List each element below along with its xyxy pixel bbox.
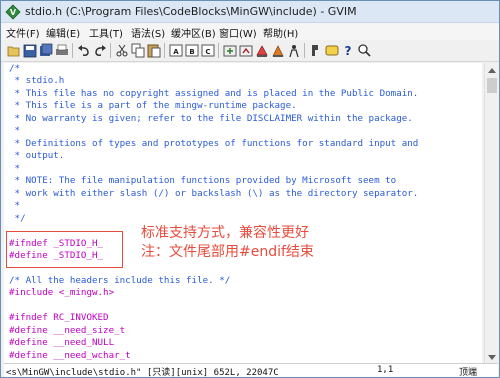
- menu-edit[interactable]: 编辑(E): [46, 25, 80, 40]
- paste-icon[interactable]: [147, 43, 161, 58]
- code-line: * stdio.h: [9, 75, 65, 87]
- gvim-window: V stdio.h (C:\Program Files\CodeBlocks\M…: [0, 0, 500, 378]
- code-line: *: [9, 200, 21, 212]
- menu-buffers[interactable]: 缓冲区(B): [171, 25, 216, 40]
- shell-icon[interactable]: [287, 43, 301, 58]
- scroll-down-icon[interactable]: [485, 349, 499, 363]
- code-line: * This file is a part of the mingw-runti…: [9, 100, 297, 112]
- find-prev-icon[interactable]: C: [201, 43, 215, 58]
- scrollbar-thumb[interactable]: [487, 78, 497, 93]
- code-line: *: [9, 162, 21, 174]
- code-line: * This file has no copyright assigned an…: [9, 87, 419, 99]
- code-line: #define __need_size_t: [9, 324, 126, 336]
- menu-window[interactable]: 窗口(W): [219, 25, 257, 40]
- code-line: #define __need_wchar_t: [9, 349, 131, 361]
- code-line: * No warranty is given; refer to the fil…: [9, 112, 413, 124]
- svg-text:?: ?: [345, 44, 352, 58]
- status-line: <s\MinGW\include\stdio.h" [只读][unix] 652…: [4, 363, 498, 378]
- save-session-icon[interactable]: [239, 43, 253, 58]
- cut-icon[interactable]: [115, 43, 129, 58]
- redo-icon[interactable]: [93, 43, 107, 58]
- toolbar-separator: [304, 43, 305, 58]
- copy-icon[interactable]: [131, 43, 145, 58]
- code-line: #define __need_NULL: [9, 337, 115, 349]
- menu-syntax[interactable]: 语法(S): [131, 25, 165, 40]
- menu-help[interactable]: 帮助(H): [263, 25, 298, 40]
- code-line: /* All the headers include this file. */: [9, 274, 231, 286]
- open-icon[interactable]: [7, 43, 21, 58]
- code-line: * NOTE: The file manipulation functions …: [9, 175, 397, 187]
- gvim-app-icon: V: [5, 4, 21, 20]
- help-icon[interactable]: ?: [341, 43, 355, 58]
- code-line: * output.: [9, 150, 65, 162]
- status-file-info: <s\MinGW\include\stdio.h" [只读][unix] 652…: [6, 368, 279, 378]
- svg-text:A: A: [173, 48, 179, 56]
- toolbar-separator: [72, 43, 73, 58]
- menu-bar: 文件(F) 编辑(E) 工具(T) 语法(S) 缓冲区(B) 窗口(W) 帮助(…: [1, 23, 499, 40]
- svg-text:V: V: [10, 8, 17, 17]
- menu-file[interactable]: 文件(F): [6, 25, 40, 40]
- code-line: #include <_mingw.h>: [9, 287, 115, 299]
- find-replace-icon[interactable]: A: [169, 43, 183, 58]
- tag-jump-icon[interactable]: [309, 43, 323, 58]
- status-scroll-position: 顶端: [459, 368, 478, 378]
- window-title: stdio.h (C:\Program Files\CodeBlocks\Min…: [25, 5, 357, 18]
- toolbar-separator: [218, 43, 219, 58]
- scroll-up-icon[interactable]: [485, 63, 499, 77]
- status-cursor-position: 1,1: [377, 365, 394, 375]
- menu-tools[interactable]: 工具(T): [89, 25, 123, 40]
- save-icon[interactable]: [23, 43, 37, 58]
- toolbar: A B C ?: [1, 40, 499, 62]
- annotation-highlight-box: [6, 231, 123, 268]
- code-line: * Definitions of types and prototypes of…: [9, 137, 419, 149]
- svg-text:B: B: [189, 48, 194, 56]
- print-icon[interactable]: [55, 43, 69, 58]
- code-line: /*: [9, 63, 21, 74]
- save-all-icon[interactable]: [39, 43, 53, 58]
- vertical-scrollbar[interactable]: [484, 63, 498, 363]
- undo-icon[interactable]: [77, 43, 91, 58]
- toolbar-separator: [110, 43, 111, 58]
- run-script-icon[interactable]: [255, 43, 269, 58]
- annotation-text-line2: 注：文件尾部用#endif结束: [141, 244, 314, 260]
- code-line: */: [9, 212, 26, 224]
- annotation-text-line1: 标准支持方式，兼容性更好: [141, 225, 309, 241]
- title-bar[interactable]: V stdio.h (C:\Program Files\CodeBlocks\M…: [1, 1, 499, 23]
- find-help-icon[interactable]: [357, 43, 371, 58]
- code-line: *: [9, 125, 21, 137]
- code-line: #ifndef RC_INVOKED: [9, 312, 109, 324]
- tag-back-icon[interactable]: [325, 43, 339, 58]
- text-editor[interactable]: /* * stdio.h * This file has no copyrigh…: [4, 63, 482, 363]
- find-next-icon[interactable]: B: [185, 43, 199, 58]
- code-line: * work with either slash (/) or backslas…: [9, 187, 419, 199]
- load-session-icon[interactable]: [223, 43, 237, 58]
- make-icon[interactable]: [271, 43, 285, 58]
- toolbar-separator: [164, 43, 165, 58]
- svg-text:C: C: [205, 48, 210, 56]
